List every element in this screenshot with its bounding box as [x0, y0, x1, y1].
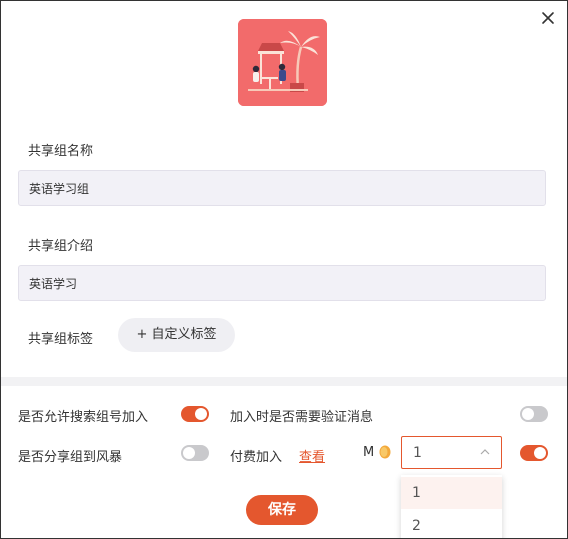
paid-join-toggle[interactable]: [520, 445, 548, 461]
price-option[interactable]: 2: [401, 510, 502, 538]
group-tags-label: 共享组标签: [28, 332, 94, 347]
coin-icon: [379, 445, 391, 459]
group-intro-label: 共享组介绍: [28, 239, 94, 254]
view-link[interactable]: 查看: [299, 446, 325, 465]
share-to-storm-label: 是否分享组到风暴: [18, 450, 123, 465]
toggle-knob: [534, 447, 546, 459]
toggle-knob: [522, 408, 534, 420]
close-icon[interactable]: [540, 10, 556, 26]
price-option[interactable]: 1: [401, 477, 502, 509]
beach-cafe-illustration: [238, 19, 327, 106]
allow-search-label: 是否允许搜索组号加入: [18, 410, 149, 425]
group-intro-input[interactable]: [18, 265, 546, 301]
group-name-label: 共享组名称: [28, 144, 94, 159]
chevron-up-icon: [480, 449, 490, 455]
group-name-input[interactable]: [18, 170, 546, 206]
section-divider: [1, 377, 567, 386]
paid-join-label: 付费加入: [230, 450, 283, 465]
toggle-knob: [195, 408, 207, 420]
allow-search-toggle[interactable]: [181, 406, 209, 422]
save-button[interactable]: 保存: [246, 495, 318, 525]
share-to-storm-toggle[interactable]: [181, 445, 209, 461]
toggle-knob: [183, 447, 195, 459]
price-select[interactable]: 1: [401, 436, 502, 469]
price-select-value: 1: [413, 445, 422, 461]
share-group-dialog: 共享组名称 共享组介绍 共享组标签 + 自定义标签 是否允许搜索组号加入 加入时…: [0, 0, 568, 539]
currency-label: M: [363, 445, 375, 460]
need-verify-label: 加入时是否需要验证消息: [230, 410, 374, 425]
add-custom-tag-button[interactable]: + 自定义标签: [118, 318, 235, 352]
price-dropdown: 1 2: [401, 475, 502, 538]
need-verify-toggle[interactable]: [520, 406, 548, 422]
group-cover-image[interactable]: [238, 19, 327, 106]
